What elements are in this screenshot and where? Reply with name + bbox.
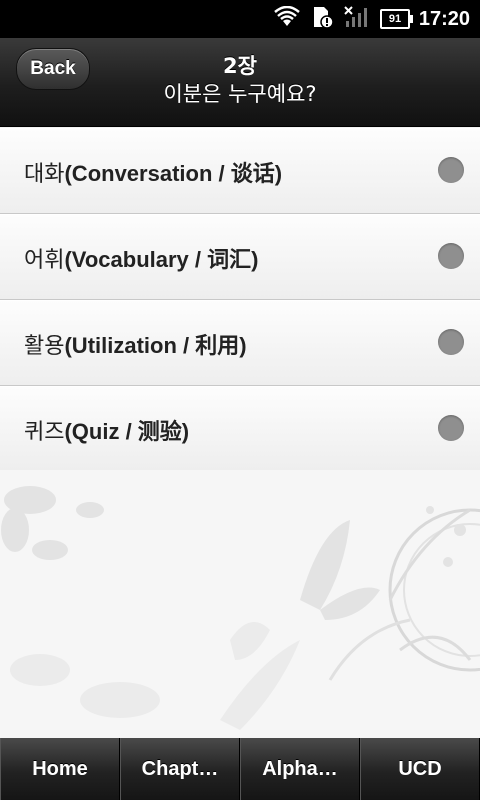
header-bar: Back 2장 이분은 누구예요? (0, 38, 480, 127)
chapter-subtitle: 이분은 누구예요? (163, 82, 317, 106)
list-item-label: 어휘(Vocabulary / 词汇) (24, 247, 259, 273)
signal-off-icon (344, 5, 370, 33)
list-item-vocabulary[interactable]: 어휘(Vocabulary / 词汇) (0, 214, 480, 300)
chapter-title: 2장 (223, 54, 257, 78)
clock: 17:20 (418, 8, 470, 30)
list-item-label: 퀴즈(Quiz / 测验) (24, 419, 190, 445)
list-item-label: 활용(Utilization / 利用) (24, 333, 247, 359)
tab-ucd[interactable]: UCD (360, 738, 480, 800)
status-indicator-icon (438, 329, 464, 355)
decorative-background (0, 470, 480, 738)
list-item-conversation[interactable]: 대화(Conversation / 谈话) (0, 128, 480, 214)
status-bar: 91 17:20 (0, 0, 480, 38)
list-item-quiz[interactable]: 퀴즈(Quiz / 测验) (0, 386, 480, 472)
tab-alphabet[interactable]: Alpha… (240, 738, 360, 800)
tab-chapters[interactable]: Chapt… (120, 738, 240, 800)
status-icons: 91 (274, 5, 413, 33)
status-indicator-icon (438, 415, 464, 441)
battery-icon: 91 (380, 9, 413, 29)
section-list: 대화(Conversation / 谈话) 어휘(Vocabulary / 词汇… (0, 128, 480, 472)
sd-card-alert-icon (310, 5, 334, 33)
list-item-utilization[interactable]: 활용(Utilization / 利用) (0, 300, 480, 386)
tab-home[interactable]: Home (0, 738, 120, 800)
list-item-label: 대화(Conversation / 谈话) (24, 161, 283, 187)
wifi-icon (274, 5, 300, 32)
status-indicator-icon (438, 157, 464, 183)
status-indicator-icon (438, 243, 464, 269)
bottom-tab-bar: Home Chapt… Alpha… UCD (0, 738, 480, 800)
